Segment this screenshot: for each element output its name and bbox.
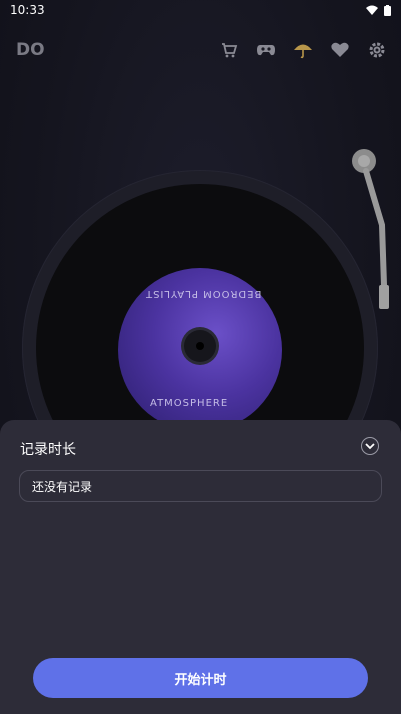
wifi-icon: [366, 5, 378, 15]
gear-icon[interactable]: [367, 40, 387, 60]
status-icons: [366, 4, 391, 16]
records-list: 还没有记录: [19, 470, 382, 502]
status-time: 10:33: [10, 3, 45, 17]
collapse-button[interactable]: [361, 437, 379, 455]
chevron-down-icon: [365, 442, 375, 449]
umbrella-icon[interactable]: [293, 40, 313, 60]
empty-records-text: 还没有记录: [32, 479, 93, 494]
tonearm: [352, 149, 389, 309]
app-logo: DO: [16, 40, 45, 60]
status-bar: 10:33: [0, 0, 401, 20]
cart-icon[interactable]: [219, 40, 239, 60]
start-timer-button[interactable]: 开始计时: [33, 658, 368, 698]
top-actions: [219, 40, 387, 60]
record-spindle: [196, 342, 204, 350]
record-label-top-text: BEDROOM PLAYLIST: [145, 288, 262, 299]
record-duration-sheet: 记录时长 还没有记录 开始计时: [0, 420, 401, 714]
battery-icon: [384, 4, 391, 16]
sheet-title: 记录时长: [20, 442, 76, 458]
top-bar: DO: [0, 34, 401, 66]
record-label-bottom-text: ATMOSPHERE: [150, 398, 229, 409]
gamepad-icon[interactable]: [256, 40, 276, 60]
heart-icon[interactable]: [330, 40, 350, 60]
